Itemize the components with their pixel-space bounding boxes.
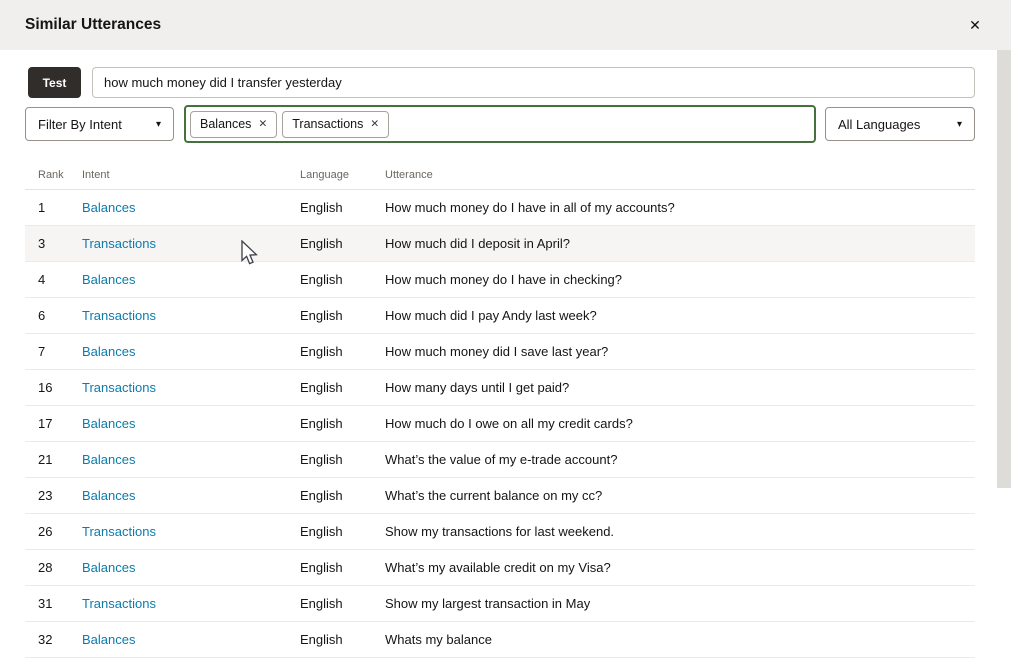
table-row[interactable]: 26Transactions EnglishShow my transaction…: [25, 514, 975, 550]
intent-filter-label: Filter By Intent: [38, 117, 122, 132]
test-button[interactable]: Test: [28, 67, 81, 98]
intent-link[interactable]: Balances: [82, 272, 135, 287]
intent-link[interactable]: Balances: [82, 560, 135, 575]
language-cell: English: [300, 632, 385, 647]
rank-cell: 21: [25, 452, 82, 467]
utterance-cell: How much money did I save last year?: [385, 344, 975, 359]
language-cell: English: [300, 308, 385, 323]
chevron-down-icon: ▾: [957, 119, 962, 130]
rank-cell: 17: [25, 416, 82, 431]
utterance-table-body: 1BalancesEnglishHow much money do I have…: [25, 190, 975, 658]
rank-cell: 31: [25, 596, 82, 611]
language-cell: English: [300, 380, 385, 395]
table-row[interactable]: 28Balances EnglishWhat’s my available cre…: [25, 550, 975, 586]
chevron-down-icon: ▾: [156, 119, 161, 130]
utterance-cell: What’s the current balance on my cc?: [385, 488, 975, 503]
intent-link[interactable]: Balances: [82, 452, 135, 467]
intent-link[interactable]: Transactions: [82, 380, 156, 395]
language-cell: English: [300, 272, 385, 287]
close-button[interactable]: ✕: [963, 13, 987, 37]
column-header-rank: Rank: [25, 169, 82, 181]
language-cell: English: [300, 416, 385, 431]
column-header-utterance: Utterance: [385, 169, 975, 181]
utterance-cell: How many days until I get paid?: [385, 380, 975, 395]
intent-link[interactable]: Transactions: [82, 524, 156, 539]
utterance-cell: Show my transactions for last weekend.: [385, 524, 975, 539]
language-filter-label: All Languages: [838, 117, 920, 132]
table-row[interactable]: 16Transactions EnglishHow many days until…: [25, 370, 975, 406]
intent-chips-box[interactable]: Balances ✕ Transactions ✕: [184, 105, 816, 143]
language-filter-select[interactable]: All Languages ▾: [825, 107, 975, 141]
utterance-test-input[interactable]: [92, 67, 975, 98]
intent-filter-select[interactable]: Filter By Intent ▾: [25, 107, 174, 141]
language-cell: English: [300, 200, 385, 215]
vertical-scrollbar[interactable]: [997, 50, 1011, 488]
language-cell: English: [300, 344, 385, 359]
table-row[interactable]: 6Transactions EnglishHow much did I pay A…: [25, 298, 975, 334]
rank-cell: 32: [25, 632, 82, 647]
table-row[interactable]: 3Transactions EnglishHow much did I depos…: [25, 226, 975, 262]
intent-link[interactable]: Balances: [82, 488, 135, 503]
rank-cell: 1: [25, 200, 82, 215]
intent-chip[interactable]: Balances ✕: [190, 111, 277, 138]
rank-cell: 23: [25, 488, 82, 503]
table-row[interactable]: 4Balances EnglishHow much money do I have…: [25, 262, 975, 298]
rank-cell: 6: [25, 308, 82, 323]
table-header-row: Rank Intent Language Utterance: [25, 160, 975, 190]
intent-link[interactable]: Transactions: [82, 596, 156, 611]
table-row[interactable]: 21Balances EnglishWhat’s the value of my …: [25, 442, 975, 478]
utterance-cell: What’s my available credit on my Visa?: [385, 560, 975, 575]
intent-link[interactable]: Transactions: [82, 236, 156, 251]
rank-cell: 16: [25, 380, 82, 395]
table-row[interactable]: 32Balances EnglishWhats my balance: [25, 622, 975, 658]
rank-cell: 7: [25, 344, 82, 359]
table-row[interactable]: 1Balances EnglishHow much money do I have…: [25, 190, 975, 226]
intent-link[interactable]: Transactions: [82, 308, 156, 323]
dialog-header: Similar Utterances ✕: [0, 0, 1011, 50]
similar-utterances-table: Rank Intent Language Utterance 1Balances…: [25, 160, 975, 658]
rank-cell: 3: [25, 236, 82, 251]
intent-link[interactable]: Balances: [82, 632, 135, 647]
utterance-cell: How much did I deposit in April?: [385, 236, 975, 251]
language-cell: English: [300, 488, 385, 503]
chip-remove-icon[interactable]: ✕: [370, 118, 379, 130]
intent-link[interactable]: Balances: [82, 344, 135, 359]
language-cell: English: [300, 452, 385, 467]
chip-remove-icon[interactable]: ✕: [258, 118, 267, 130]
language-cell: English: [300, 236, 385, 251]
table-row[interactable]: 17Balances EnglishHow much do I owe on al…: [25, 406, 975, 442]
language-cell: English: [300, 596, 385, 611]
table-row[interactable]: 7Balances EnglishHow much money did I sav…: [25, 334, 975, 370]
utterance-cell: Whats my balance: [385, 632, 975, 647]
intent-chip[interactable]: Transactions ✕: [282, 111, 389, 138]
intent-link[interactable]: Balances: [82, 200, 135, 215]
table-row[interactable]: 23Balances EnglishWhat’s the current bala…: [25, 478, 975, 514]
utterance-cell: How much money do I have in all of my ac…: [385, 200, 975, 215]
close-icon: ✕: [969, 17, 981, 34]
rank-cell: 4: [25, 272, 82, 287]
intent-link[interactable]: Balances: [82, 416, 135, 431]
column-header-intent: Intent: [82, 169, 300, 181]
utterance-cell: How much do I owe on all my credit cards…: [385, 416, 975, 431]
utterance-cell: Show my largest transaction in May: [385, 596, 975, 611]
rank-cell: 28: [25, 560, 82, 575]
utterance-cell: What’s the value of my e-trade account?: [385, 452, 975, 467]
language-cell: English: [300, 524, 385, 539]
language-cell: English: [300, 560, 385, 575]
utterance-cell: How much did I pay Andy last week?: [385, 308, 975, 323]
utterance-cell: How much money do I have in checking?: [385, 272, 975, 287]
column-header-language: Language: [300, 169, 385, 181]
intent-chip-label: Transactions: [292, 117, 363, 131]
table-row[interactable]: 31Transactions EnglishShow my largest tra…: [25, 586, 975, 622]
dialog-title: Similar Utterances: [25, 0, 161, 50]
rank-cell: 26: [25, 524, 82, 539]
intent-chip-label: Balances: [200, 117, 251, 131]
